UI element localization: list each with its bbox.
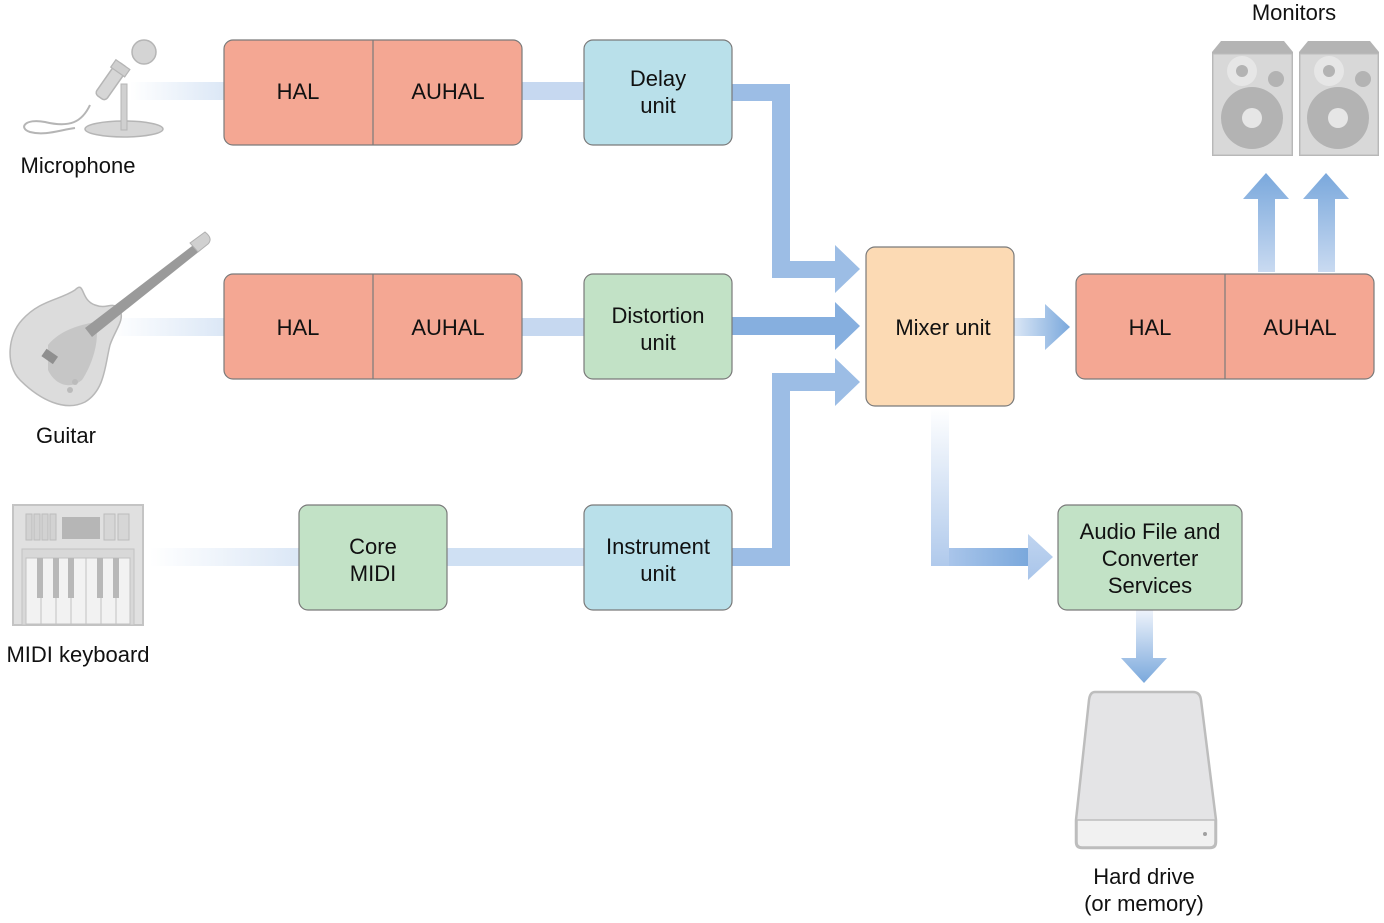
- file-services-to-drive-arrow: [1121, 610, 1167, 683]
- output-auhal-label: AUHAL: [1263, 315, 1336, 340]
- audio-file-services-box: Audio File and Converter Services: [1057, 504, 1243, 611]
- guitar-label: Guitar: [36, 423, 96, 448]
- distortion-unit-box: Distortion unit: [583, 273, 733, 380]
- file-services-label-2: Converter: [1102, 546, 1199, 571]
- coremidi-to-instrument: [446, 548, 585, 566]
- instrument-unit-label-2: unit: [640, 561, 675, 586]
- row1-auhal-to-delay: [521, 82, 585, 100]
- mixer-to-output-arrow: [1014, 304, 1070, 350]
- microphone-label: Microphone: [21, 153, 136, 178]
- audio-unit-diagram: HAL AUHAL Delay unit HAL AUHAL Distortio…: [6, 0, 1379, 916]
- hard-drive-label-2: (or memory): [1084, 891, 1204, 916]
- instrument-unit-label-1: Instrument: [606, 534, 710, 559]
- monitor-left-icon: [1212, 41, 1293, 156]
- output-to-monitor-left-arrow: [1243, 173, 1289, 272]
- distortion-unit-label-2: unit: [640, 330, 675, 355]
- output-hal-label: HAL: [1129, 315, 1172, 340]
- output-hal-auhal-box: HAL AUHAL: [1075, 273, 1375, 380]
- delay-unit-label-2: unit: [640, 93, 675, 118]
- mixer-to-file-services-arrow-tail: [949, 548, 1028, 566]
- core-midi-label-1: Core: [349, 534, 397, 559]
- row2-auhal-to-distortion: [521, 318, 585, 336]
- row2-hal-label: HAL: [277, 315, 320, 340]
- mixer-unit-label: Mixer unit: [895, 315, 990, 340]
- distortion-unit-label-1: Distortion: [612, 303, 705, 328]
- midi-keyboard-icon: [12, 504, 144, 626]
- instrument-unit-box: Instrument unit: [583, 504, 733, 611]
- delay-unit-box: Delay unit: [583, 39, 733, 146]
- monitor-right-icon: [1299, 41, 1379, 156]
- delay-unit-label-1: Delay: [630, 66, 686, 91]
- midi-keyboard-label: MIDI keyboard: [6, 642, 149, 667]
- output-to-monitor-right-arrow: [1303, 173, 1349, 272]
- row1-hal-auhal-box: HAL AUHAL: [223, 39, 523, 146]
- core-midi-box: Core MIDI: [298, 504, 448, 611]
- row2-hal-auhal-box: HAL AUHAL: [223, 273, 523, 380]
- row1-auhal-label: AUHAL: [411, 79, 484, 104]
- core-midi-label-2: MIDI: [350, 561, 396, 586]
- file-services-label-3: Services: [1108, 573, 1192, 598]
- file-services-label-1: Audio File and: [1080, 519, 1221, 544]
- delay-to-mixer-arrow: [731, 84, 860, 293]
- guitar-connector: [110, 318, 225, 336]
- hard-drive-label-1: Hard drive: [1093, 864, 1194, 889]
- mixer-unit-box: Mixer unit: [865, 246, 1015, 407]
- distortion-to-mixer-arrow: [731, 302, 860, 350]
- monitors-label: Monitors: [1252, 0, 1336, 25]
- mic-connector: [130, 82, 225, 100]
- hard-drive-icon: [1074, 690, 1218, 850]
- instrument-to-mixer-arrow: [731, 358, 860, 566]
- row2-auhal-label: AUHAL: [411, 315, 484, 340]
- row1-hal-label: HAL: [277, 79, 320, 104]
- keyboard-connector: [150, 548, 300, 566]
